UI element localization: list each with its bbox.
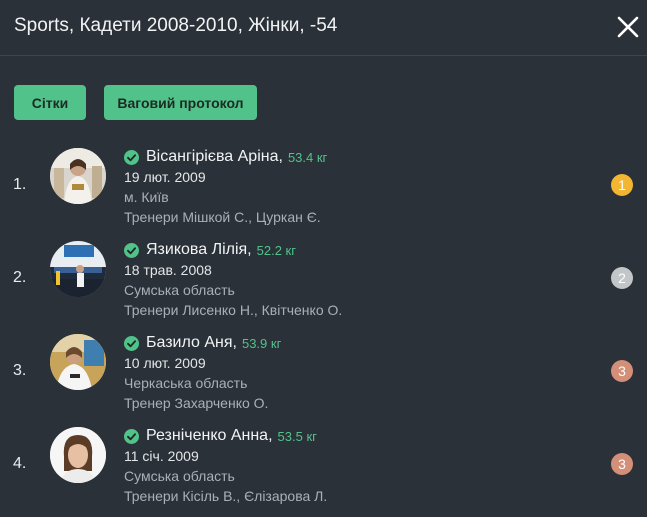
birth-date: 10 лют. 2009	[124, 355, 206, 371]
athlete-name[interactable]: Базило Аня,	[146, 334, 237, 352]
place-number: 4.	[13, 455, 27, 472]
region: Черкаська область	[124, 375, 248, 391]
athlete-row[interactable]: 2. Язикова Лілія, 52.2 кг 18 трав. 2008 …	[0, 239, 647, 331]
modal-header: Sports, Кадети 2008-2010, Жінки, -54	[0, 0, 647, 56]
weigh-protocol-button[interactable]: Ваговий протокол	[104, 85, 257, 120]
verified-check-icon	[124, 149, 139, 165]
athlete-weight: 53.9 кг	[241, 335, 282, 351]
coaches: Тренери Кісіль В., Єлізарова Л.	[124, 488, 328, 504]
region: Сумська область	[124, 282, 235, 298]
page-title: Sports, Кадети 2008-2010, Жінки, -54	[14, 15, 338, 36]
athlete-name[interactable]: Язикова Лілія,	[146, 241, 252, 259]
coaches: Тренер Захарченко О.	[124, 395, 269, 411]
place-number: 1.	[13, 176, 27, 193]
action-buttons: Сітки Ваговий протокол	[14, 85, 257, 120]
athlete-name[interactable]: Резніченко Анна,	[146, 427, 273, 445]
athlete-name[interactable]: Вісангірієва Аріна,	[146, 148, 283, 166]
medal-badge: 2	[611, 267, 633, 289]
verified-check-icon	[124, 242, 139, 258]
coaches: Тренери Мішкой С., Цуркан Є.	[124, 209, 321, 225]
avatar	[50, 427, 106, 483]
medal-badge: 3	[611, 360, 633, 382]
medal-badge: 3	[611, 453, 633, 475]
athlete-row[interactable]: 1. Вісангірієва Аріна, 53.4 кг 19 лют. 2…	[0, 146, 647, 238]
athlete-weight: 53.5 кг	[277, 428, 317, 444]
medal-badge: 1	[611, 174, 633, 196]
region: м. Київ	[124, 189, 169, 205]
place-number: 3.	[13, 362, 27, 379]
place-number: 2.	[13, 269, 27, 286]
coaches: Тренери Лисенко Н., Квітченко О.	[124, 302, 343, 318]
athlete-weight: 52.2 кг	[256, 242, 296, 258]
birth-date: 11 січ. 2009	[124, 448, 199, 464]
avatar	[50, 241, 106, 297]
grids-button[interactable]: Сітки	[14, 85, 86, 120]
avatar	[50, 334, 106, 390]
athlete-weight: 53.4 кг	[287, 149, 328, 165]
region: Сумська область	[124, 468, 235, 484]
athlete-row[interactable]: 4. Резніченко Анна, 53.5 кг 11 січ. 2009…	[0, 425, 647, 517]
close-icon[interactable]	[614, 13, 642, 41]
athlete-row[interactable]: 3. Базило Аня, 53.9 кг 10 лют. 2009 Черк…	[0, 332, 647, 424]
verified-check-icon	[124, 335, 139, 351]
birth-date: 19 лют. 2009	[124, 169, 206, 185]
verified-check-icon	[124, 428, 139, 444]
birth-date: 18 трав. 2008	[124, 262, 212, 278]
avatar	[50, 148, 106, 204]
